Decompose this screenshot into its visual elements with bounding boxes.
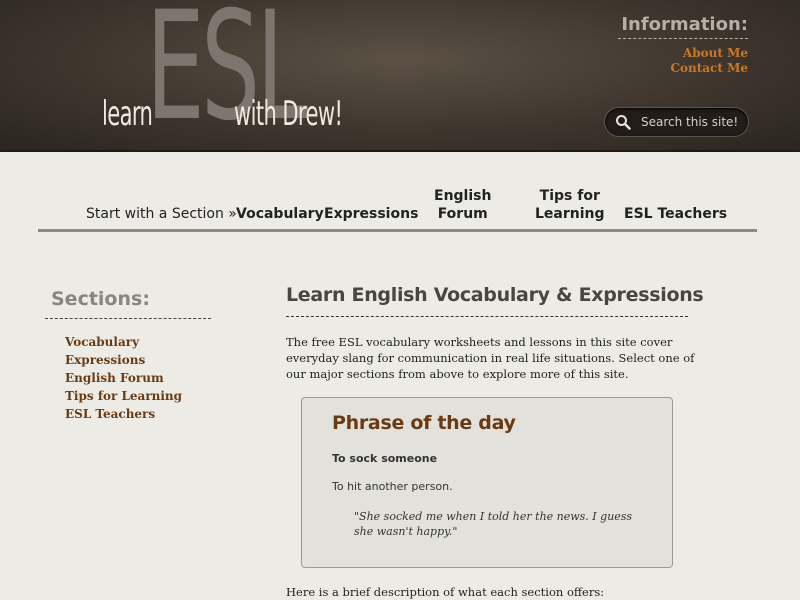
intro-paragraph: The free ESL vocabulary worksheets and l… xyxy=(286,335,695,381)
sidebar-links: Vocabulary Expressions English Forum Tip… xyxy=(65,333,182,423)
sidebar-item-expressions[interactable]: Expressions xyxy=(65,351,182,369)
information-heading: Information: xyxy=(618,14,748,39)
sidebar-item-vocabulary[interactable]: Vocabulary xyxy=(65,333,182,351)
nav-item-vocabulary[interactable]: Vocabulary xyxy=(236,205,324,223)
sidebar-item-tips-for-learning[interactable]: Tips for Learning xyxy=(65,387,182,405)
logo-drew-text: with Drew! xyxy=(234,94,343,134)
search-placeholder: Search this site! xyxy=(641,115,739,129)
search-icon[interactable] xyxy=(615,114,631,130)
brief-description-text: Here is a brief description of what each… xyxy=(286,585,605,599)
nav-item-expressions[interactable]: Expressions xyxy=(324,205,418,223)
nav-item-esl-teachers[interactable]: ESL Teachers xyxy=(624,205,727,223)
contact-me-link[interactable]: Contact Me xyxy=(670,61,748,76)
nav-item-english-forum[interactable]: English Forum xyxy=(434,187,491,223)
sidebar-heading: Sections: xyxy=(45,288,211,319)
nav-item-label: Forum xyxy=(437,206,488,222)
nav-item-label: English xyxy=(434,188,492,204)
phrase-definition: To hit another person. xyxy=(332,480,453,493)
phrase-example: "She socked me when I told her the news.… xyxy=(354,510,633,538)
nav-item-label: Learning xyxy=(535,206,605,222)
sidebar-item-esl-teachers[interactable]: ESL Teachers xyxy=(65,405,182,423)
sidebar-item-english-forum[interactable]: English Forum xyxy=(65,369,182,387)
information-links: About Me Contact Me xyxy=(670,46,748,76)
site-header: ESL learn with Drew! Information: About … xyxy=(0,0,800,152)
logo-learn-text: learn xyxy=(102,94,153,134)
search-input[interactable]: Search this site! xyxy=(604,107,749,137)
site-logo[interactable]: ESL learn with Drew! xyxy=(100,0,343,152)
about-me-link[interactable]: About Me xyxy=(670,46,748,61)
nav-item-label: Tips for xyxy=(539,188,600,204)
main-nav: Start with a Section » Vocabulary Expres… xyxy=(38,186,757,232)
nav-start-label: Start with a Section » xyxy=(86,206,237,222)
phrase-of-the-day-box: Phrase of the day To sock someone To hit… xyxy=(301,397,673,568)
phrase-title: Phrase of the day xyxy=(332,412,516,434)
page-title: Learn English Vocabulary & Expressions xyxy=(286,284,704,317)
phrase-term: To sock someone xyxy=(332,452,438,465)
nav-item-tips-for-learning[interactable]: Tips for Learning xyxy=(535,187,605,223)
